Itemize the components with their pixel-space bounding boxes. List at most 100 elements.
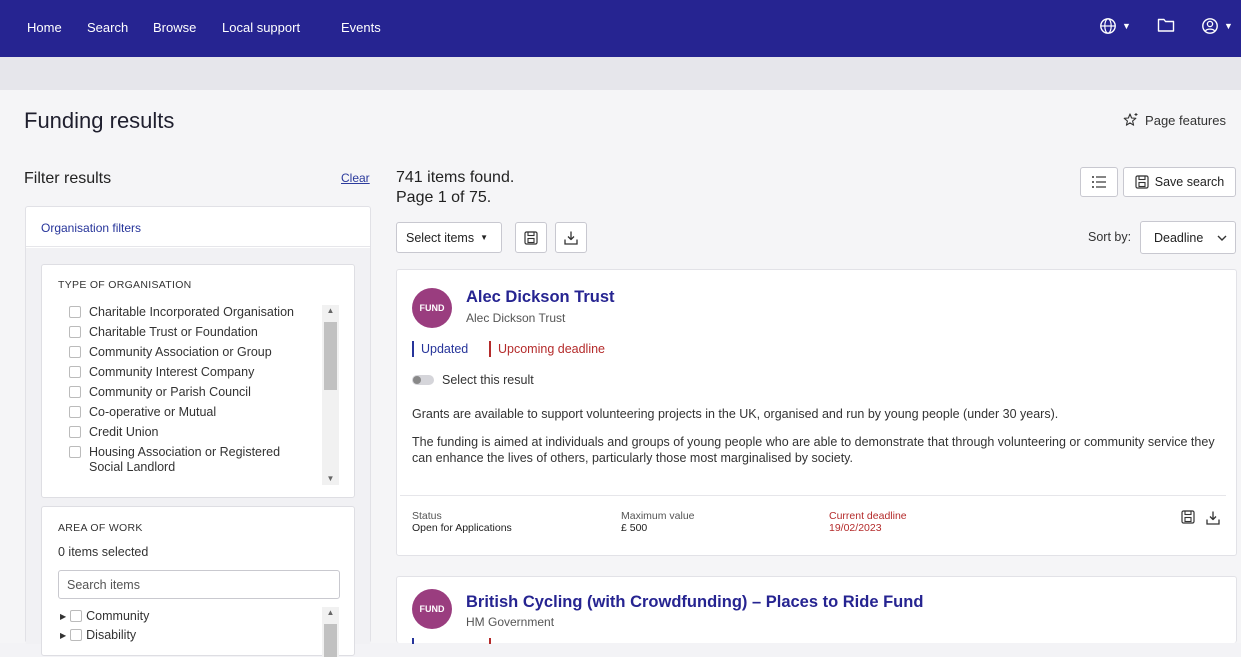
select-items-label: Select items xyxy=(406,230,475,245)
page-title: Funding results xyxy=(24,108,175,133)
select-result-toggle[interactable]: Select this result xyxy=(412,373,534,387)
nav-events-link[interactable]: Events xyxy=(341,20,381,35)
updated-tag xyxy=(412,638,482,644)
save-search-label: Save search xyxy=(1154,175,1225,189)
scroll-down-icon[interactable]: ▼ xyxy=(322,473,339,485)
status-meta: Status Open for Applications xyxy=(412,510,512,534)
save-selected-button[interactable] xyxy=(515,222,547,253)
checkbox[interactable] xyxy=(69,366,81,378)
area-of-work-title: AREA OF WORK xyxy=(58,522,143,534)
user-icon xyxy=(1202,18,1218,34)
checkbox[interactable] xyxy=(69,386,81,398)
deadline-label: Current deadline xyxy=(829,510,907,522)
results-summary: 741 items found. Page 1 of 75. xyxy=(396,168,514,208)
save-icon xyxy=(524,230,538,245)
results-page: Page 1 of 75. xyxy=(396,189,492,206)
saved-folder-button[interactable] xyxy=(1157,17,1175,33)
caret-down-icon: ▼ xyxy=(480,233,489,242)
checkbox[interactable] xyxy=(69,406,81,418)
save-icon xyxy=(1135,175,1149,189)
download-icon[interactable] xyxy=(1205,510,1221,526)
card-divider xyxy=(400,495,1226,496)
download-icon xyxy=(564,231,578,245)
result-description: The funding is aimed at individuals and … xyxy=(412,435,1215,465)
checkbox-option[interactable]: Charitable Incorporated Organisation xyxy=(69,305,299,320)
fund-badge: FUND xyxy=(412,589,452,629)
status-label: Status xyxy=(412,510,442,522)
globe-icon xyxy=(1100,18,1116,34)
checkbox-option[interactable]: Community Interest Company xyxy=(69,365,299,380)
checkbox[interactable] xyxy=(69,326,81,338)
organisation-filters-panel: Organisation filters TYPE OF ORGANISATIO… xyxy=(25,206,371,657)
sort-value: Deadline xyxy=(1154,230,1204,245)
deadline-meta: Current deadline 19/02/2023 xyxy=(829,510,907,534)
checkbox[interactable] xyxy=(70,629,83,641)
maximum-value-meta: Maximum value £ 500 xyxy=(621,510,695,534)
status-value: Open for Applications xyxy=(412,522,512,534)
scroll-up-icon[interactable]: ▲ xyxy=(322,607,339,619)
sort-by-label: Sort by: xyxy=(1088,230,1132,244)
checkbox-option[interactable]: Community or Parish Council xyxy=(69,385,299,400)
result-card: FUND Alec Dickson Trust Alec Dickson Tru… xyxy=(396,269,1237,556)
page-features-button[interactable]: Page features xyxy=(1123,112,1226,128)
page-features-label: Page features xyxy=(1145,112,1226,128)
area-list-scrollbar[interactable]: ▲ xyxy=(322,607,339,657)
expand-icon[interactable]: ▶ xyxy=(60,612,66,621)
folder-icon xyxy=(1157,18,1175,32)
nav-home-link[interactable]: Home xyxy=(27,20,62,35)
scrollbar-thumb[interactable] xyxy=(324,624,337,657)
nav-browse-link[interactable]: Browse xyxy=(153,20,196,35)
organisation-filters-header[interactable]: Organisation filters xyxy=(26,207,370,247)
sort-select[interactable]: Deadline xyxy=(1140,221,1236,254)
checkbox-option[interactable]: Co-operative or Mutual xyxy=(69,405,299,420)
checkbox-option[interactable]: Charitable Trust or Foundation xyxy=(69,325,299,340)
checkbox[interactable] xyxy=(69,446,81,458)
checkbox[interactable] xyxy=(70,610,83,622)
nav-search-link[interactable]: Search xyxy=(87,20,128,35)
scrollbar-thumb[interactable] xyxy=(324,322,337,390)
checkbox[interactable] xyxy=(69,426,81,438)
results-count: 741 items found. xyxy=(396,169,515,186)
toggle-switch[interactable] xyxy=(412,375,434,385)
maximum-value-label: Maximum value xyxy=(621,510,695,522)
list-icon xyxy=(1092,176,1106,188)
result-title-link[interactable]: British Cycling (with Crowdfunding) – Pl… xyxy=(466,593,923,612)
area-search-input[interactable] xyxy=(58,570,340,599)
clear-filters-link[interactable]: Clear xyxy=(341,171,370,185)
checkbox[interactable] xyxy=(69,346,81,358)
result-organisation: Alec Dickson Trust xyxy=(466,311,566,325)
list-view-button[interactable] xyxy=(1080,167,1118,197)
card-actions xyxy=(1181,510,1221,526)
scroll-up-icon[interactable]: ▲ xyxy=(322,305,339,317)
download-selected-button[interactable] xyxy=(555,222,587,253)
checkbox-option[interactable]: Community Association or Group xyxy=(69,345,299,360)
save-search-button[interactable]: Save search xyxy=(1123,167,1236,197)
chevron-down-icon xyxy=(1217,235,1227,241)
checkbox[interactable] xyxy=(69,306,81,318)
result-description: Grants are available to support voluntee… xyxy=(412,407,1059,421)
account-menu[interactable]: ▼ xyxy=(1201,17,1233,35)
tree-option[interactable]: ▶ Disability xyxy=(60,628,290,642)
chevron-down-icon: ▼ xyxy=(1224,21,1233,31)
type-of-organisation-list: Charitable Incorporated Organisation Cha… xyxy=(69,305,299,485)
type-of-organisation-title: TYPE OF ORGANISATION xyxy=(58,279,192,291)
select-result-label: Select this result xyxy=(442,373,534,387)
select-items-dropdown[interactable]: Select items ▼ xyxy=(396,222,502,253)
deadline-value: 19/02/2023 xyxy=(829,522,882,534)
result-title-link[interactable]: Alec Dickson Trust xyxy=(466,288,615,307)
maximum-value: £ 500 xyxy=(621,522,648,534)
checkbox-option[interactable]: Credit Union xyxy=(69,425,299,440)
fund-badge: FUND xyxy=(412,288,452,328)
type-list-scrollbar[interactable]: ▲ ▼ xyxy=(322,305,339,485)
expand-icon[interactable]: ▶ xyxy=(60,631,66,640)
upcoming-deadline-tag xyxy=(489,638,559,644)
save-icon[interactable] xyxy=(1181,510,1195,526)
nav-local-support-link[interactable]: Local support xyxy=(222,20,300,35)
area-of-work-filter: AREA OF WORK 0 items selected ▶Community… xyxy=(41,506,355,657)
tree-option[interactable]: ▶ Community xyxy=(60,609,290,623)
language-menu[interactable]: ▼ xyxy=(1099,17,1131,35)
upcoming-deadline-tag: Upcoming deadline xyxy=(489,341,605,357)
checkbox-option[interactable]: Housing Association or Registered Social… xyxy=(69,445,299,475)
secondary-bar xyxy=(0,57,1241,90)
area-selected-count: 0 items selected xyxy=(58,545,149,559)
